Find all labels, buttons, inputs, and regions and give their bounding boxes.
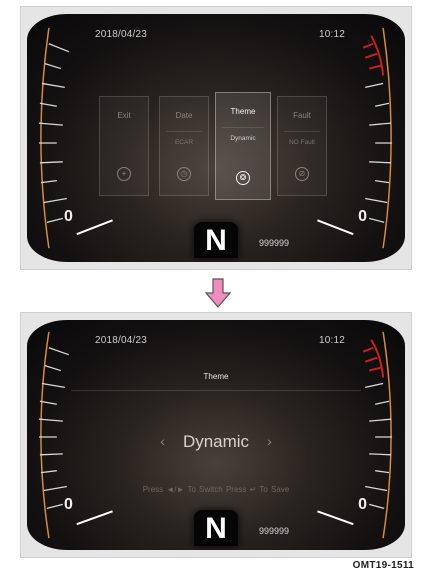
divider <box>284 131 320 132</box>
menu-item-sub: ECAR <box>174 139 194 146</box>
divider <box>222 127 264 128</box>
gear-indicator: N <box>194 510 238 546</box>
wrench-icon: ⊘ <box>295 167 309 181</box>
menu-item-theme[interactable]: Theme Dynamic ❂ <box>215 92 271 200</box>
figure-caption: OMT19-1511 <box>352 560 414 571</box>
divider <box>166 131 202 132</box>
odometer: 999999 <box>259 238 290 248</box>
plus-circle-icon: + <box>117 167 131 181</box>
chevron-left-icon[interactable]: ‹ <box>160 433 165 449</box>
left-gauge-zero: 0 <box>64 496 73 513</box>
palette-icon: ❂ <box>236 171 250 185</box>
down-arrow-icon <box>205 278 231 308</box>
menu-item-label: Fault <box>293 111 311 120</box>
menu-item-label: Date <box>175 111 193 120</box>
time-display: 10:12 <box>318 29 345 40</box>
chevron-right-icon[interactable]: › <box>267 433 272 449</box>
right-gauge-zero: 0 <box>358 496 367 513</box>
time-display: 10:12 <box>318 335 345 346</box>
top-panel: 2018/04/23 10:12 Exit + Date ECAR ◷ Them… <box>20 6 412 270</box>
gear-indicator: N <box>194 222 238 258</box>
theme-title: Theme <box>203 372 229 381</box>
left-gauge-zero: 0 <box>64 208 73 225</box>
menu-item-date[interactable]: Date ECAR ◷ <box>159 96 209 196</box>
menu-item-sub: Dynamic <box>230 135 256 142</box>
divider <box>71 390 361 391</box>
menu-item-exit[interactable]: Exit + <box>99 96 149 196</box>
date-display: 2018/04/23 <box>95 335 148 346</box>
cluster-screen-menu: 2018/04/23 10:12 Exit + Date ECAR ◷ Them… <box>27 14 405 262</box>
date-display: 2018/04/23 <box>95 29 148 40</box>
clock-icon: ◷ <box>177 167 191 181</box>
right-gauge-zero: 0 <box>358 208 367 225</box>
odometer: 999999 <box>259 526 290 536</box>
menu-item-fault[interactable]: Fault NO Fault ⊘ <box>277 96 327 196</box>
menu-item-sub: NO Fault <box>288 139 315 146</box>
control-hint: Press ◄/► To Switch Press ↵ To Save <box>142 485 290 494</box>
theme-selector[interactable]: ‹ Dynamic › <box>27 432 405 452</box>
theme-option-value: Dynamic <box>182 432 250 451</box>
menu-item-label: Theme <box>230 107 256 116</box>
bottom-panel: 2018/04/23 10:12 Theme ‹ Dynamic › Press ◄… <box>20 312 412 558</box>
cluster-screen-theme: 2018/04/23 10:12 Theme ‹ Dynamic › Press ◄… <box>27 320 405 550</box>
menu-item-label: Exit <box>117 111 131 120</box>
